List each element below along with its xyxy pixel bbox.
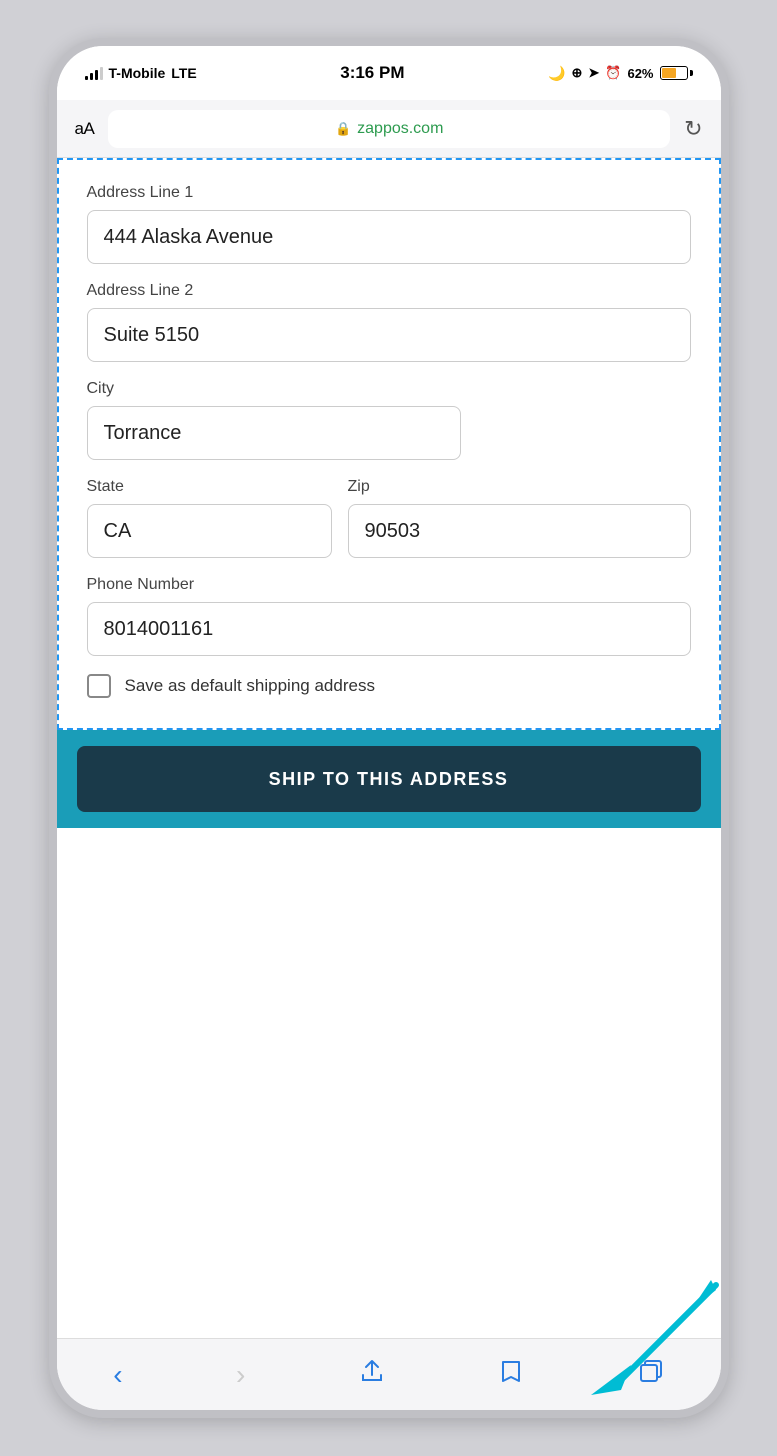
- default-address-checkbox-row[interactable]: Save as default shipping address: [87, 674, 691, 698]
- ship-button-area: SHIP TO THIS ADDRESS: [57, 730, 721, 828]
- battery-percent: 62%: [627, 66, 653, 81]
- default-address-label: Save as default shipping address: [125, 676, 375, 696]
- address-line-2-label: Address Line 2: [87, 282, 691, 300]
- state-input[interactable]: [87, 504, 332, 558]
- browser-bar: aA 🔒 zappos.com ↻: [57, 100, 721, 158]
- city-input[interactable]: [87, 406, 461, 460]
- share-button[interactable]: [359, 1358, 385, 1391]
- location-icon: ⊕: [571, 65, 582, 81]
- carrier-name: T-Mobile: [109, 65, 166, 81]
- aa-button[interactable]: aA: [75, 119, 95, 139]
- network-type: LTE: [171, 65, 196, 81]
- status-icons: 🌙 ⊕ ➤ ⏰ 62%: [548, 65, 692, 82]
- time-display: 3:16 PM: [340, 63, 404, 83]
- form-content: Address Line 1 Address Line 2 City: [57, 158, 721, 1338]
- address-line-1-label: Address Line 1: [87, 184, 691, 202]
- bookmarks-button[interactable]: [498, 1358, 524, 1391]
- back-button[interactable]: ‹: [113, 1359, 122, 1391]
- tabs-button[interactable]: [638, 1358, 664, 1391]
- state-zip-row: State Zip: [87, 478, 691, 558]
- bottom-nav: ‹ ›: [57, 1338, 721, 1410]
- address-form: Address Line 1 Address Line 2 City: [57, 158, 721, 730]
- arrow-icon: ➤: [588, 65, 599, 81]
- forward-button[interactable]: ›: [236, 1359, 245, 1391]
- moon-icon: 🌙: [548, 65, 565, 82]
- phone-label: Phone Number: [87, 576, 691, 594]
- url-text: zappos.com: [357, 120, 443, 138]
- address-line-2-section: Address Line 2: [87, 282, 691, 362]
- phone-input[interactable]: [87, 602, 691, 656]
- signal-icon: [85, 66, 103, 80]
- battery-icon: [660, 66, 693, 80]
- phone-section: Phone Number: [87, 576, 691, 656]
- zip-input[interactable]: [348, 504, 691, 558]
- status-bar: T-Mobile LTE 3:16 PM 🌙 ⊕ ➤ ⏰ 62%: [57, 46, 721, 100]
- default-address-checkbox[interactable]: [87, 674, 111, 698]
- address-line-1-input[interactable]: [87, 210, 691, 264]
- ship-to-address-button[interactable]: SHIP TO THIS ADDRESS: [77, 746, 701, 812]
- address-line-1-section: Address Line 1: [87, 184, 691, 264]
- address-line-2-input[interactable]: [87, 308, 691, 362]
- alarm-icon: ⏰: [605, 65, 621, 81]
- zip-label: Zip: [348, 478, 691, 496]
- zip-section: Zip: [348, 478, 691, 558]
- city-section: City: [87, 380, 691, 460]
- url-bar[interactable]: 🔒 zappos.com: [108, 110, 670, 148]
- lock-icon: 🔒: [335, 121, 351, 137]
- reload-button[interactable]: ↻: [684, 116, 702, 142]
- city-label: City: [87, 380, 691, 398]
- carrier-info: T-Mobile LTE: [85, 65, 197, 81]
- state-label: State: [87, 478, 332, 496]
- state-section: State: [87, 478, 332, 558]
